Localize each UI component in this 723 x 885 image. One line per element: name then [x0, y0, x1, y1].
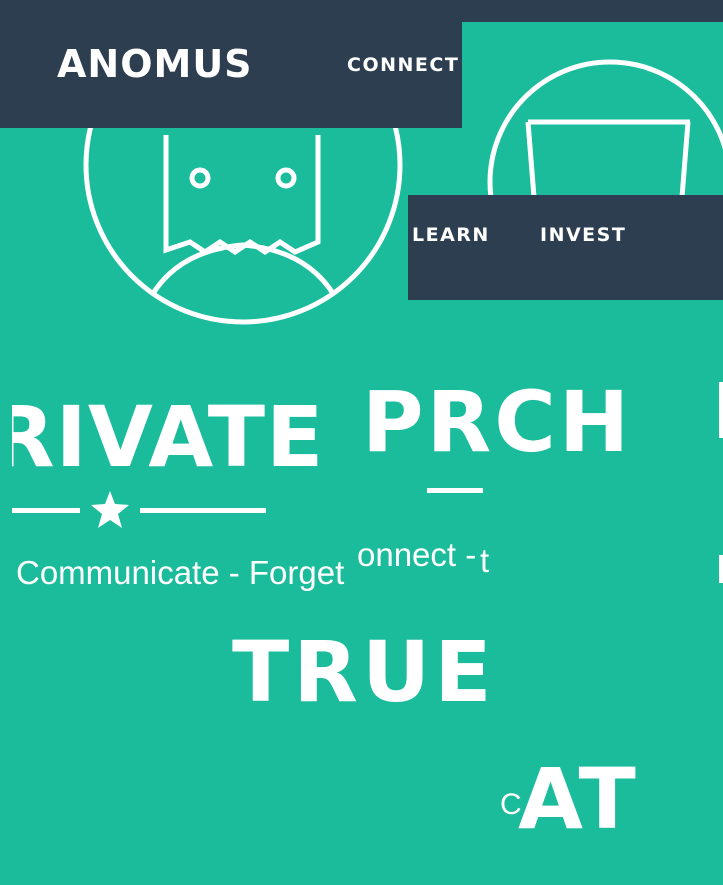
hero-heading-left-clip: RIVATE [12, 395, 342, 485]
brand-logo[interactable]: ANOMUS [57, 42, 253, 86]
tagline-center-tail: t [480, 542, 490, 579]
nav-link-learn[interactable]: LEARN [412, 224, 490, 246]
edge-fragment [719, 382, 723, 438]
navbar-secondary [408, 195, 723, 300]
navbar-strip [462, 0, 723, 22]
hero-heading-left: RIVATE [12, 395, 325, 485]
hero-heading-at: AT [518, 750, 638, 848]
divider-line-left [12, 508, 80, 513]
hero-heading-center: PRCH [362, 373, 633, 471]
divider-line-right [140, 508, 266, 513]
nav-link-connect[interactable]: CONNECT [347, 54, 459, 76]
divider-short [427, 488, 483, 493]
hero-heading-true: TRUE [232, 623, 496, 721]
anonymous-mask-icon [487, 59, 723, 197]
tagline-left: Communicate - Forget [16, 556, 345, 591]
star-icon [91, 491, 129, 528]
edge-fragment [719, 555, 723, 583]
tagline-center: onnect - [357, 536, 477, 573]
tagline-left-clip: Communicate - Forget [16, 556, 346, 596]
nav-link-invest[interactable]: INVEST [540, 224, 626, 246]
